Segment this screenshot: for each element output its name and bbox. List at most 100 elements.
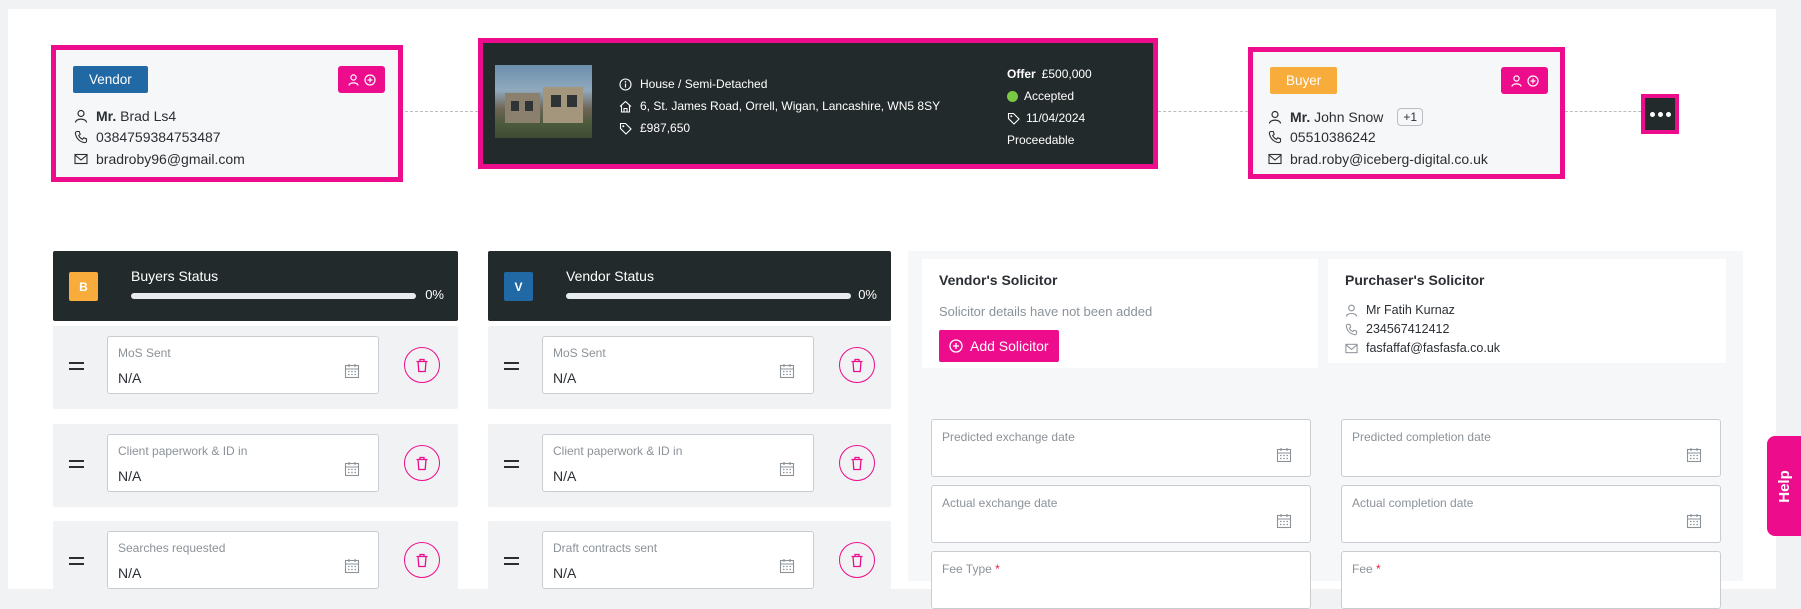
buyers-task-row: Client paperwork & ID in N/A	[53, 424, 458, 507]
additional-buyers-badge[interactable]: +1	[1397, 108, 1424, 126]
delete-task-button[interactable]	[839, 542, 875, 578]
user-icon	[1268, 110, 1282, 124]
calendar-icon[interactable]	[344, 461, 360, 477]
buyers-status-title: Buyers Status	[131, 268, 219, 284]
field-label: Actual completion date	[1352, 496, 1474, 510]
add-solicitor-button[interactable]: Add Solicitor	[939, 330, 1059, 362]
property-type: House / Semi-Detached	[640, 77, 768, 91]
vendor-task-date-field[interactable]: MoS Sent N/A	[542, 336, 814, 394]
mail-icon	[74, 153, 88, 165]
vendor-actions-button[interactable]	[338, 66, 385, 93]
vendor-status-percent: 0%	[858, 287, 877, 302]
plus-circle-icon	[949, 339, 963, 353]
vendor-name-row: Mr. Brad Ls4	[74, 108, 176, 124]
dot-icon	[1649, 111, 1655, 117]
property-image[interactable]	[495, 65, 592, 138]
actual-exchange-date-field[interactable]: Actual exchange date	[931, 485, 1311, 543]
phone-icon	[1345, 323, 1358, 335]
calendar-icon[interactable]	[344, 558, 360, 574]
proceedable-row: Proceedable	[1007, 133, 1074, 147]
delete-task-button[interactable]	[404, 542, 440, 578]
field-label: Actual exchange date	[942, 496, 1058, 510]
calendar-icon[interactable]	[1276, 513, 1292, 529]
buyer-phone[interactable]: 05510386242	[1290, 129, 1376, 145]
solicitor-panel: Vendor's Solicitor Solicitor details hav…	[908, 251, 1743, 609]
delete-task-button[interactable]	[839, 347, 875, 383]
delete-task-button[interactable]	[404, 347, 440, 383]
calendar-icon[interactable]	[779, 461, 795, 477]
plus-circle-icon	[363, 73, 376, 86]
drag-handle-icon[interactable]	[69, 460, 84, 472]
calendar-icon[interactable]	[1686, 513, 1702, 529]
accepted-status-dot-icon	[1007, 90, 1018, 102]
vendor-task-row: Draft contracts sent N/A	[488, 521, 891, 604]
purchaser-solicitor-title: Purchaser's Solicitor	[1345, 272, 1485, 288]
actual-completion-date-field[interactable]: Actual completion date	[1341, 485, 1721, 543]
calendar-icon[interactable]	[344, 363, 360, 379]
offer-date: 11/04/2024	[1026, 111, 1086, 125]
buyers-task-date-field[interactable]: Client paperwork & ID in N/A	[107, 434, 379, 492]
calendar-icon[interactable]	[779, 363, 795, 379]
drag-handle-icon[interactable]	[69, 362, 84, 374]
buyers-status-header: B Buyers Status 0%	[53, 251, 458, 321]
tag-icon	[619, 122, 632, 135]
vendor-badge: Vendor	[73, 66, 148, 93]
vendor-name: Brad Ls4	[120, 108, 177, 124]
vendor-task-date-field[interactable]: Client paperwork & ID in N/A	[542, 434, 814, 492]
predicted-exchange-date-field[interactable]: Predicted exchange date	[931, 419, 1311, 477]
calendar-icon[interactable]	[1686, 447, 1702, 463]
buyer-phone-row: 05510386242	[1268, 129, 1376, 145]
buyer-actions-button[interactable]	[1501, 67, 1548, 94]
offer-status: Accepted	[1024, 89, 1075, 103]
fee-type-field[interactable]: Fee Type *	[931, 551, 1311, 609]
predicted-completion-date-field[interactable]: Predicted completion date	[1341, 419, 1721, 477]
calendar-icon[interactable]	[1276, 447, 1292, 463]
offer-amount: £500,000	[1041, 67, 1092, 81]
purchaser-solicitor-phone[interactable]: 234567412412	[1366, 322, 1449, 336]
tag-icon	[1007, 112, 1020, 125]
buyers-status-progress-bar	[131, 293, 416, 299]
property-address: 6, St. James Road, Orrell, Wigan, Lancas…	[640, 99, 941, 113]
buyers-task-row: Searches requested N/A	[53, 521, 458, 604]
trash-icon	[416, 553, 428, 567]
property-address-row: 6, St. James Road, Orrell, Wigan, Lancas…	[619, 99, 940, 113]
buyer-name: John Snow	[1314, 109, 1384, 125]
fee-field[interactable]: Fee *	[1341, 551, 1721, 609]
more-options-button[interactable]	[1641, 94, 1679, 134]
required-mark: *	[995, 562, 1000, 576]
delete-task-button[interactable]	[839, 445, 875, 481]
help-button[interactable]: Help	[1767, 436, 1801, 536]
vendor-task-date-field[interactable]: Draft contracts sent N/A	[542, 531, 814, 589]
buyer-card[interactable]: Buyer Mr. John Snow +1 05510386242 brad.…	[1248, 47, 1565, 179]
property-type-row: House / Semi-Detached	[619, 77, 767, 91]
vendor-property-connector	[400, 111, 478, 112]
buyer-title: Mr.	[1290, 109, 1311, 125]
vendor-card[interactable]: Vendor Mr. Brad Ls4 0384759384753487 bra…	[51, 45, 403, 182]
task-value: N/A	[118, 370, 142, 386]
trash-icon	[851, 358, 863, 372]
buyer-email[interactable]: brad.roby@iceberg-digital.co.uk	[1290, 151, 1488, 167]
user-icon	[74, 109, 88, 123]
buyer-badge: Buyer	[1270, 67, 1338, 94]
drag-handle-icon[interactable]	[504, 362, 519, 374]
field-label: Fee *	[1352, 562, 1381, 576]
vendor-phone[interactable]: 0384759384753487	[96, 129, 221, 145]
task-label: Client paperwork & ID in	[553, 444, 683, 458]
calendar-icon[interactable]	[779, 558, 795, 574]
dot-icon	[1665, 111, 1671, 117]
drag-handle-icon[interactable]	[504, 557, 519, 569]
buyers-task-date-field[interactable]: MoS Sent N/A	[107, 336, 379, 394]
purchaser-solicitor-name-row: Mr Fatih Kurnaz	[1345, 303, 1455, 317]
buyers-task-date-field[interactable]: Searches requested N/A	[107, 531, 379, 589]
vendor-email[interactable]: bradroby96@gmail.com	[96, 151, 245, 167]
purchaser-solicitor-email[interactable]: fasfaffaf@fasfasfa.co.uk	[1366, 341, 1500, 355]
required-mark: *	[1376, 562, 1381, 576]
property-card[interactable]: House / Semi-Detached 6, St. James Road,…	[478, 38, 1158, 169]
delete-task-button[interactable]	[404, 445, 440, 481]
purchaser-solicitor-card: Purchaser's Solicitor Mr Fatih Kurnaz 23…	[1328, 259, 1726, 363]
vendor-status-progress-bar	[566, 293, 851, 299]
drag-handle-icon[interactable]	[69, 557, 84, 569]
proceedable-label: Proceedable	[1007, 133, 1075, 147]
buyer-name-row: Mr. John Snow +1	[1268, 108, 1424, 126]
drag-handle-icon[interactable]	[504, 460, 519, 472]
